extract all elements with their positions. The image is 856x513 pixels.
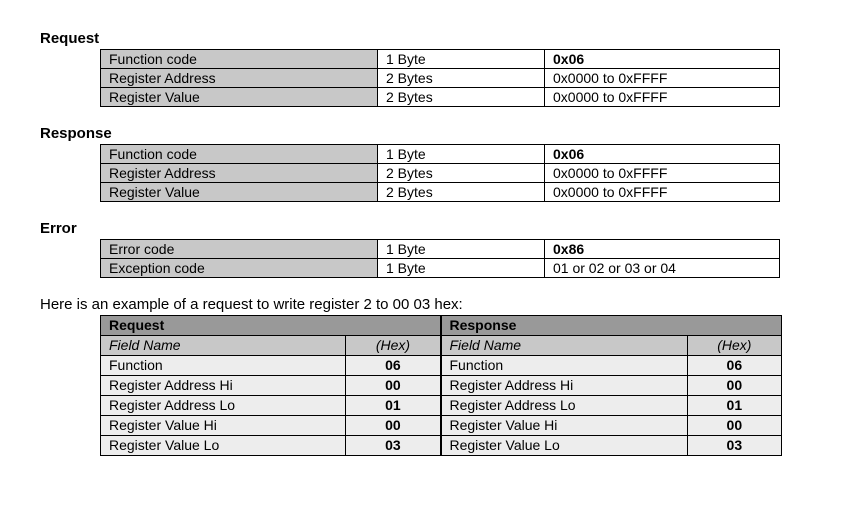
cell-size: 2 Bytes (378, 164, 545, 183)
cell-val: 00 (346, 376, 441, 396)
cell-val: 01 or 02 or 03 or 04 (545, 259, 780, 278)
cell-name: Function (442, 356, 688, 376)
cell-val: 0x0000 to 0xFFFF (545, 88, 780, 107)
cell-val: 0x0000 to 0xFFFF (545, 164, 780, 183)
example-subhead-name: Field Name (101, 336, 346, 356)
cell-name: Register Address Lo (101, 396, 346, 416)
table-row: Register Value Hi00 (101, 416, 441, 436)
example-subhead-val: (Hex) (687, 336, 781, 356)
cell-val: 01 (687, 396, 781, 416)
cell-name: Exception code (101, 259, 378, 278)
example-response-table: Response Field Name (Hex) Function06 Reg… (442, 316, 782, 455)
cell-val: 00 (346, 416, 441, 436)
section-title-response: Response (40, 125, 816, 142)
cell-name: Register Value (101, 88, 378, 107)
cell-name: Register Address (101, 164, 378, 183)
example-request-table: Request Field Name (Hex) Function06 Regi… (101, 316, 442, 455)
table-row: Register Address Hi00 (101, 376, 441, 396)
error-table: Error code 1 Byte 0x86 Exception code 1 … (100, 239, 780, 278)
table-row: Register Address 2 Bytes 0x0000 to 0xFFF… (101, 69, 780, 88)
cell-name: Register Value Hi (442, 416, 688, 436)
cell-val: 00 (687, 376, 781, 396)
table-row: Register Address Lo01 (101, 396, 441, 416)
cell-name: Register Address Hi (101, 376, 346, 396)
table-row: Register Address Hi00 (442, 376, 782, 396)
cell-size: 2 Bytes (378, 88, 545, 107)
cell-name: Register Address Hi (442, 376, 688, 396)
cell-name: Function (101, 356, 346, 376)
section-title-error: Error (40, 220, 816, 237)
table-row: Function code 1 Byte 0x06 (101, 50, 780, 69)
example-header: Response (442, 316, 782, 336)
cell-val: 0x06 (545, 50, 780, 69)
example-header: Request (101, 316, 441, 336)
cell-name: Register Address Lo (442, 396, 688, 416)
cell-size: 2 Bytes (378, 183, 545, 202)
cell-size: 1 Byte (378, 50, 545, 69)
example-subhead-val: (Hex) (346, 336, 441, 356)
table-row: Exception code 1 Byte 01 or 02 or 03 or … (101, 259, 780, 278)
cell-val: 00 (687, 416, 781, 436)
section-title-request: Request (40, 30, 816, 47)
table-row: Register Address Lo01 (442, 396, 782, 416)
cell-val: 03 (687, 436, 781, 456)
cell-val: 03 (346, 436, 441, 456)
table-row: Error code 1 Byte 0x86 (101, 240, 780, 259)
table-row: Function06 (442, 356, 782, 376)
cell-name: Function code (101, 145, 378, 164)
response-table: Function code 1 Byte 0x06 Register Addre… (100, 144, 780, 202)
table-row: Register Value Hi00 (442, 416, 782, 436)
table-row: Register Value 2 Bytes 0x0000 to 0xFFFF (101, 88, 780, 107)
cell-size: 1 Byte (378, 259, 545, 278)
cell-name: Register Address (101, 69, 378, 88)
example-intro: Here is an example of a request to write… (40, 296, 816, 313)
cell-size: 1 Byte (378, 240, 545, 259)
cell-val: 0x86 (545, 240, 780, 259)
table-row: Function code 1 Byte 0x06 (101, 145, 780, 164)
cell-name: Register Value (101, 183, 378, 202)
cell-val: 0x0000 to 0xFFFF (545, 183, 780, 202)
table-row: Register Value Lo03 (101, 436, 441, 456)
cell-val: 06 (687, 356, 781, 376)
table-row: Register Address 2 Bytes 0x0000 to 0xFFF… (101, 164, 780, 183)
cell-name: Register Value Lo (442, 436, 688, 456)
cell-val: 0x06 (545, 145, 780, 164)
request-table: Function code 1 Byte 0x06 Register Addre… (100, 49, 780, 107)
cell-name: Register Value Lo (101, 436, 346, 456)
cell-val: 06 (346, 356, 441, 376)
table-row: Register Value 2 Bytes 0x0000 to 0xFFFF (101, 183, 780, 202)
table-row: Function06 (101, 356, 441, 376)
example-subhead-name: Field Name (442, 336, 688, 356)
table-row: Register Value Lo03 (442, 436, 782, 456)
example-tables: Request Field Name (Hex) Function06 Regi… (100, 315, 782, 456)
cell-name: Error code (101, 240, 378, 259)
cell-val: 01 (346, 396, 441, 416)
cell-size: 2 Bytes (378, 69, 545, 88)
cell-val: 0x0000 to 0xFFFF (545, 69, 780, 88)
cell-name: Function code (101, 50, 378, 69)
cell-size: 1 Byte (378, 145, 545, 164)
cell-name: Register Value Hi (101, 416, 346, 436)
